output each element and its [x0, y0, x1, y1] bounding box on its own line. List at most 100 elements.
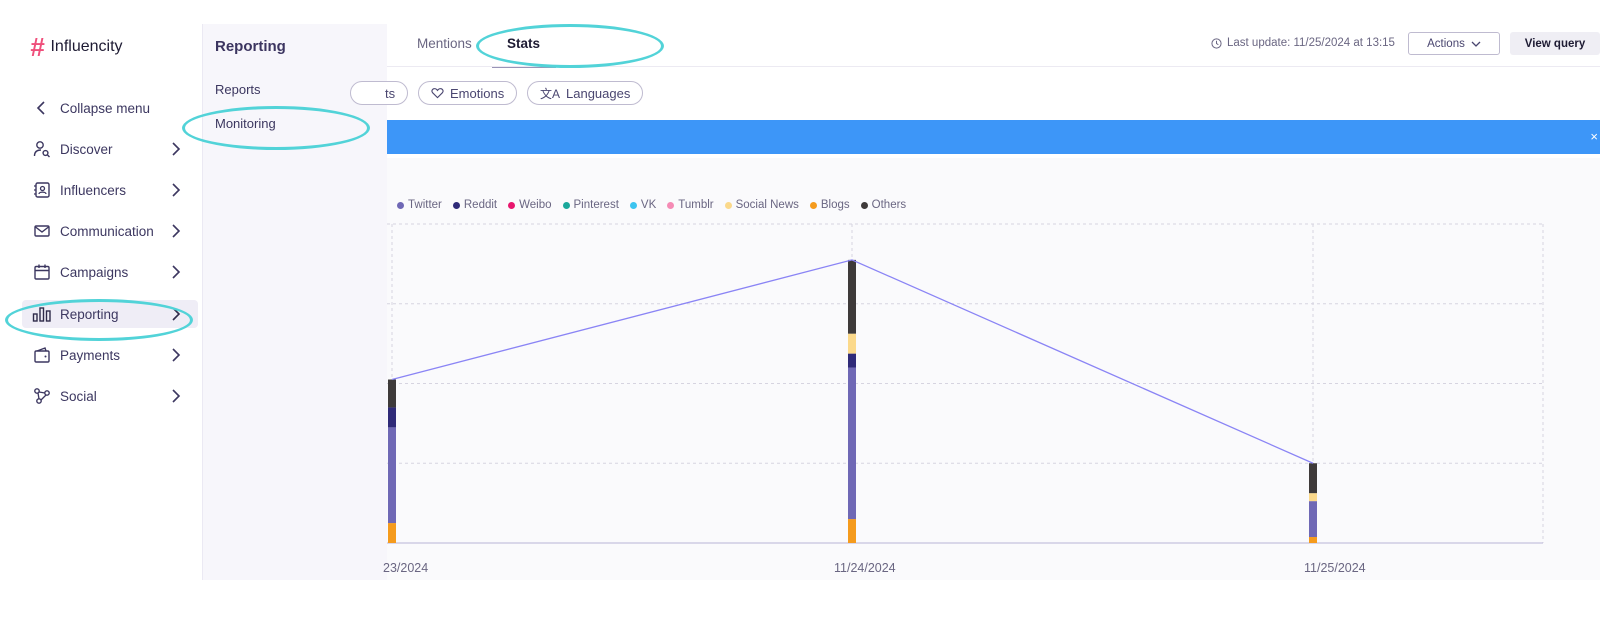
app-logo[interactable]: # Influencity: [30, 34, 123, 60]
last-update-text: Last update: 11/25/2024 at 13:15: [1227, 37, 1395, 49]
legend-label: VK: [640, 199, 657, 211]
bar-segment-reddit: [388, 407, 396, 428]
chip-label: Emotions: [450, 85, 505, 101]
chart-legend: Twitter Reddit Weibo Pinterest VK Tumblr Socia…: [397, 199, 906, 211]
x-tick-label: 11/25/2024: [1304, 561, 1366, 575]
legend-marker: [667, 201, 675, 209]
chevron-left-icon: [32, 98, 52, 118]
chevron-right-icon: [172, 389, 181, 403]
legend-marker: [397, 201, 404, 209]
sidebar-item-label: Communication: [60, 223, 154, 239]
bar-segment-others: [1309, 463, 1317, 494]
legend-item[interactable]: Others: [860, 199, 907, 211]
bar-segment-blogs: [388, 523, 396, 543]
legend-item[interactable]: VK: [629, 199, 657, 211]
filter-chip-partial[interactable]: ts: [350, 81, 409, 105]
legend-label: Weibo: [519, 199, 552, 211]
bar-segment-reddit: [848, 353, 856, 368]
clock-icon: [1211, 37, 1222, 49]
legend-item[interactable]: Weibo: [508, 199, 552, 211]
close-icon[interactable]: ×: [1590, 129, 1598, 144]
legend-marker: [452, 201, 460, 209]
legend-item[interactable]: Social News: [724, 199, 799, 211]
sidebar-item-label: Campaigns: [60, 264, 129, 280]
bar-segment-others: [388, 379, 396, 408]
user-search-icon: [32, 139, 52, 159]
hashtag-logo-icon: #: [30, 32, 45, 62]
legend-item[interactable]: Blogs: [809, 199, 850, 211]
highlight-monitoring: [182, 106, 370, 150]
legend-item[interactable]: Twitter: [397, 199, 442, 211]
legend-marker: [508, 201, 516, 209]
translate-icon: 文A: [540, 86, 561, 101]
x-tick-label: 11/24/2024: [834, 561, 896, 575]
legend-label: Reddit: [463, 199, 498, 211]
info-banner: ×: [387, 120, 1600, 154]
filter-chip-emotions[interactable]: Emotions: [418, 81, 518, 105]
legend-item[interactable]: Tumblr: [667, 199, 714, 211]
legend-label: Blogs: [820, 199, 850, 211]
legend-item[interactable]: Reddit: [452, 199, 498, 211]
chevron-right-icon: [172, 348, 181, 362]
legend-marker: [724, 201, 732, 209]
legend-marker: [809, 201, 817, 209]
last-update-status: Last update: 11/25/2024 at 13:15: [1211, 37, 1395, 49]
chevron-right-icon: [172, 265, 181, 279]
x-tick-label: 23/2024: [383, 561, 429, 575]
bar-segment-social-news: [1309, 493, 1317, 502]
filter-chip-languages[interactable]: 文A Languages: [527, 81, 644, 105]
legend-item[interactable]: Pinterest: [562, 199, 619, 211]
app-name: Influencity: [50, 38, 123, 55]
wallet-icon: [32, 345, 52, 365]
sidebar-item-label: Payments: [60, 347, 121, 363]
actions-label: Actions: [1427, 37, 1465, 50]
legend-label: Tumblr: [678, 199, 714, 211]
submenu-title: Reporting: [215, 38, 286, 55]
app-root: # Influencity Collapse menu Discover Inf…: [0, 0, 1600, 626]
bar-segment-blogs: [848, 519, 856, 543]
bar-segment-twitter: [848, 367, 856, 520]
sidebar-item-discover[interactable]: Discover: [22, 135, 198, 163]
sidebar-item-payments[interactable]: Payments: [22, 341, 198, 369]
chevron-right-icon: [172, 142, 181, 156]
sidebar-item-social[interactable]: Social: [22, 382, 198, 410]
sidebar-item-label: Social: [60, 388, 97, 404]
legend-label: Social News: [735, 199, 799, 211]
sidebar-item-communication[interactable]: Communication: [22, 217, 198, 245]
view-query-button[interactable]: View query: [1510, 32, 1600, 55]
mentions-by-network-chart: [387, 223, 1544, 544]
network-icon: [32, 386, 52, 406]
sidebar-item-label: Influencers: [60, 182, 127, 198]
chip-label: Languages: [566, 85, 631, 101]
sidebar-item-label: Collapse menu: [60, 100, 151, 116]
actions-dropdown[interactable]: Actions: [1408, 32, 1500, 55]
submenu-item-reports[interactable]: Reports: [215, 82, 261, 97]
chevron-right-icon: [172, 224, 181, 238]
legend-marker: [629, 201, 637, 209]
legend-marker: [860, 201, 868, 209]
calendar-icon: [32, 262, 52, 282]
chevron-down-icon: [1471, 41, 1481, 47]
bar-segment-blogs: [1309, 537, 1317, 543]
main-sidebar: # Influencity Collapse menu Discover Inf…: [0, 0, 202, 580]
chevron-right-icon: [172, 183, 181, 197]
highlight-reporting: [5, 299, 193, 341]
highlight-stats-tab: [476, 24, 664, 68]
bar-segment-others: [848, 259, 856, 334]
chip-label: ts: [385, 85, 396, 101]
bar-segment-twitter: [388, 427, 396, 524]
envelope-icon: [32, 221, 52, 241]
sidebar-item-collapse-menu[interactable]: Collapse menu: [22, 94, 198, 122]
bar-segment-twitter: [1309, 501, 1317, 538]
bar-segment-social-news: [848, 333, 856, 354]
legend-label: Twitter: [408, 199, 442, 211]
sidebar-item-influencers[interactable]: Influencers: [22, 176, 198, 204]
legend-label: Pinterest: [573, 199, 619, 211]
tab-mentions[interactable]: Mentions: [417, 36, 472, 51]
sidebar-item-campaigns[interactable]: Campaigns: [22, 258, 198, 286]
legend-label: Others: [871, 199, 907, 211]
heart-icon: [431, 88, 444, 99]
sidebar-item-label: Discover: [60, 141, 113, 157]
legend-marker: [562, 201, 570, 209]
contact-card-icon: [32, 180, 52, 200]
